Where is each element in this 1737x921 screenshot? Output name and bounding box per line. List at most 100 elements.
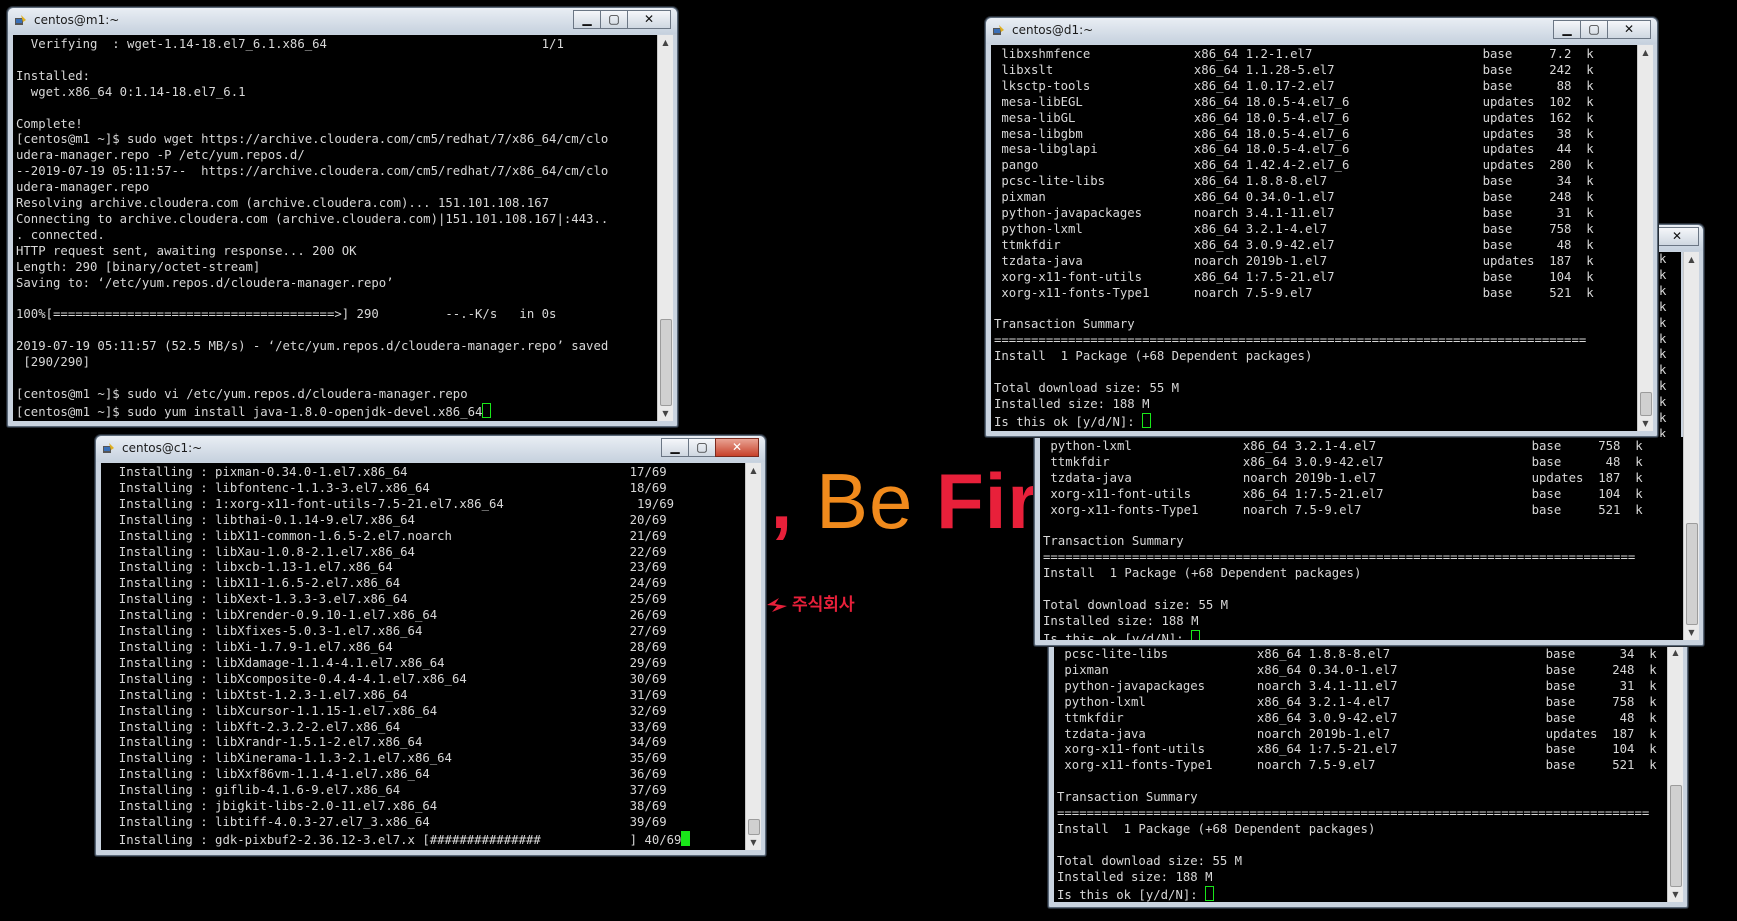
terminal-line: wget.x86_64 0:1.14-18.el7_6.1 (16, 84, 246, 99)
window-title: centos@d1:~ (1012, 23, 1094, 37)
maximize-button[interactable]: ▢ (1580, 20, 1608, 39)
terminal-cursor (1191, 629, 1201, 640)
maximize-button[interactable]: ▢ (688, 438, 716, 457)
window-title: centos@c1:~ (122, 441, 203, 455)
scroll-thumb[interactable] (1640, 392, 1652, 416)
scroll-up-icon[interactable]: ▲ (1684, 252, 1699, 267)
window-titlebar[interactable]: centos@d1:~ ▁ ▢ ✕ (986, 18, 1657, 44)
terminal-output[interactable]: Installing : pixman-0.34.0-1.el7.x86_64 … (101, 463, 745, 850)
scroll-down-icon[interactable]: ▼ (1668, 887, 1683, 902)
terminal-line: Transaction Summary (1057, 790, 1198, 805)
terminal-line: python-lxml x86_64 3.2.1-4.el7 base 758 … (1057, 694, 1657, 709)
terminal-output[interactable]: libxshmfence x86_64 1.2-1.el7 base 7.2 k… (991, 45, 1637, 431)
terminal-line: xorg-x11-font-utils x86_64 1:7.5-21.el7 … (1043, 486, 1643, 501)
minimize-button[interactable]: ▁ (1553, 20, 1581, 39)
terminal-line: Transaction Summary (1043, 534, 1184, 549)
close-button[interactable]: ✕ (1607, 20, 1651, 39)
scroll-down-icon[interactable]: ▼ (1684, 625, 1699, 640)
terminal-line: 100%[===================================… (16, 307, 557, 322)
terminal-line: libxslt x86_64 1.1.28-5.el7 base 242 k (994, 62, 1594, 77)
terminal-edge-mark: k (1659, 252, 1667, 266)
terminal-line: Installing : libXtst-1.2.3-1.el7.x86_64 … (104, 687, 667, 702)
terminal-line: pango x86_64 1.42.4-2.el7_6 updates 280 … (994, 158, 1594, 173)
vertical-scrollbar[interactable]: ▲ ▼ (657, 35, 673, 421)
scroll-down-icon[interactable]: ▼ (746, 835, 761, 850)
terminal-window-m1[interactable]: centos@m1:~ ▁ ▢ ✕ Verifying : wget-1.14-… (7, 7, 678, 427)
minimize-icon: ▁ (1562, 22, 1572, 36)
terminal-line: pcsc-lite-libs x86_64 1.8.8-8.el7 base 3… (994, 174, 1594, 189)
terminal-cursor (681, 830, 691, 846)
maximize-button[interactable]: ▢ (600, 10, 628, 29)
terminal-edge-mark: k (1659, 283, 1667, 298)
terminal-line: tzdata-java noarch 2019b-1.el7 updates 1… (1057, 726, 1657, 741)
terminal-edge-mark: k (1659, 331, 1667, 346)
terminal-output[interactable]: python-lxml x86_64 3.2.1-4.el7 base 758 … (1040, 437, 1683, 640)
terminal-edge-column: kkkkkkkkkkkkkkkkkkkkk (1655, 252, 1681, 437)
close-button[interactable]: ✕ (627, 10, 671, 29)
close-button[interactable]: ✕ (715, 438, 759, 457)
scroll-thumb[interactable] (1670, 785, 1682, 887)
terminal-line: Installing : libXft-2.3.2-2.el7.x86_64 3… (104, 719, 667, 734)
terminal-line: Install 1 Package (+68 Dependent package… (1043, 566, 1362, 581)
terminal-window-d1[interactable]: centos@d1:~ ▁ ▢ ✕ libxshmfence x86_64 1.… (985, 17, 1658, 437)
scroll-thumb[interactable] (1686, 523, 1698, 625)
scroll-thumb[interactable] (748, 819, 760, 835)
minimize-button[interactable]: ▁ (573, 10, 601, 29)
scroll-down-icon[interactable]: ▼ (1638, 416, 1653, 431)
window-titlebar[interactable]: centos@c1:~ ▁ ▢ ✕ (96, 436, 765, 462)
terminal-line: Installing : libXdamage-1.1.4-4.1.el7.x8… (104, 655, 667, 670)
terminal-line: xorg-x11-fonts-Type1 noarch 7.5-9.el7 ba… (1043, 502, 1643, 517)
scroll-up-icon[interactable]: ▲ (658, 35, 673, 50)
terminal-line: ========================================… (1057, 806, 1650, 821)
terminal-line: Installing : libXcomposite-0.4.4-4.1.el7… (104, 671, 667, 686)
terminal-line: [290/290] (16, 355, 91, 370)
terminal-output[interactable]: pcsc-lite-libs x86_64 1.8.8-8.el7 base 3… (1054, 645, 1667, 902)
maximize-icon: ▢ (696, 440, 708, 454)
close-button[interactable]: ✕ (1655, 227, 1699, 246)
terminal-line: Installing : jbigkit-libs-2.0-11.el7.x86… (104, 799, 667, 814)
terminal-line: --2019-07-19 05:11:57-- https://archive.… (16, 164, 609, 179)
terminal-line: 2019-07-19 05:11:57 (52.5 MB/s) - ‘/etc/… (16, 339, 609, 354)
vertical-scrollbar[interactable]: ▲ ▼ (745, 463, 761, 850)
putty-icon (993, 25, 1004, 35)
vertical-scrollbar[interactable]: ▲ ▼ (1683, 252, 1699, 640)
terminal-edge-mark: k (1659, 363, 1667, 378)
terminal-line: Installed: (16, 68, 91, 83)
scroll-thumb[interactable] (660, 319, 672, 406)
minimize-icon: ▁ (670, 440, 680, 454)
terminal-edge-mark: k (1659, 395, 1667, 410)
scroll-down-icon[interactable]: ▼ (658, 406, 673, 421)
scroll-up-icon[interactable]: ▲ (1638, 45, 1653, 60)
scroll-up-icon[interactable]: ▲ (1668, 645, 1683, 660)
wallpaper-slogan-part-c: Fir (936, 457, 1039, 545)
close-icon: ✕ (1623, 22, 1635, 36)
scroll-up-icon[interactable]: ▲ (746, 463, 761, 478)
minimize-button[interactable]: ▁ (661, 438, 689, 457)
terminal-prompt-line: Is this ok [y/d/N]: (1057, 887, 1206, 902)
vertical-scrollbar[interactable]: ▲ ▼ (1667, 645, 1683, 902)
window-titlebar[interactable]: centos@m1:~ ▁ ▢ ✕ (8, 8, 677, 34)
terminal-line: mesa-libglapi x86_64 18.0.5-4.el7_6 upda… (994, 142, 1594, 157)
terminal-text: Installing : pixman-0.34.0-1.el7.x86_64 … (101, 463, 745, 849)
terminal-line: Installing : libXinerama-1.1.3-2.1.el7.x… (104, 751, 667, 766)
terminal-line: Installed size: 188 M (1057, 869, 1213, 884)
vertical-scrollbar[interactable]: ▲ ▼ (1637, 45, 1653, 431)
terminal-output[interactable]: Verifying : wget-1.14-18.el7_6.1.x86_64 … (13, 35, 657, 421)
terminal-line: Install 1 Package (+68 Dependent package… (1057, 821, 1376, 836)
terminal-line: Verifying : wget-1.14-18.el7_6.1.x86_64 … (16, 37, 564, 51)
terminal-line: Installing : libXau-1.0.8-2.1.el7.x86_64… (104, 544, 667, 559)
terminal-line: pcsc-lite-libs x86_64 1.8.8-8.el7 base 3… (1057, 647, 1657, 661)
terminal-line: python-javapackages noarch 3.4.1-11.el7 … (1057, 678, 1657, 693)
terminal-line: ========================================… (1043, 550, 1636, 565)
terminal-line: Installing : pixman-0.34.0-1.el7.x86_64 … (104, 465, 667, 479)
terminal-line: python-lxml x86_64 3.2.1-4.el7 base 758 … (1043, 439, 1643, 453)
terminal-line: Transaction Summary (994, 317, 1135, 332)
terminal-line: ttmkfdir x86_64 3.0.9-42.el7 base 48 k (1057, 710, 1657, 725)
terminal-cursor (482, 402, 492, 418)
terminal-line: Installed size: 188 M (1043, 613, 1199, 628)
terminal-line: Installing : libX11-1.6.5-2.el7.x86_64 2… (104, 576, 667, 591)
terminal-edge-mark: k (1659, 426, 1667, 437)
terminal-window-c1[interactable]: centos@c1:~ ▁ ▢ ✕ Installing : pixman-0.… (95, 435, 766, 856)
maximize-icon: ▢ (1588, 22, 1600, 36)
terminal-line: pixman x86_64 0.34.0-1.el7 base 248 k (994, 190, 1594, 205)
